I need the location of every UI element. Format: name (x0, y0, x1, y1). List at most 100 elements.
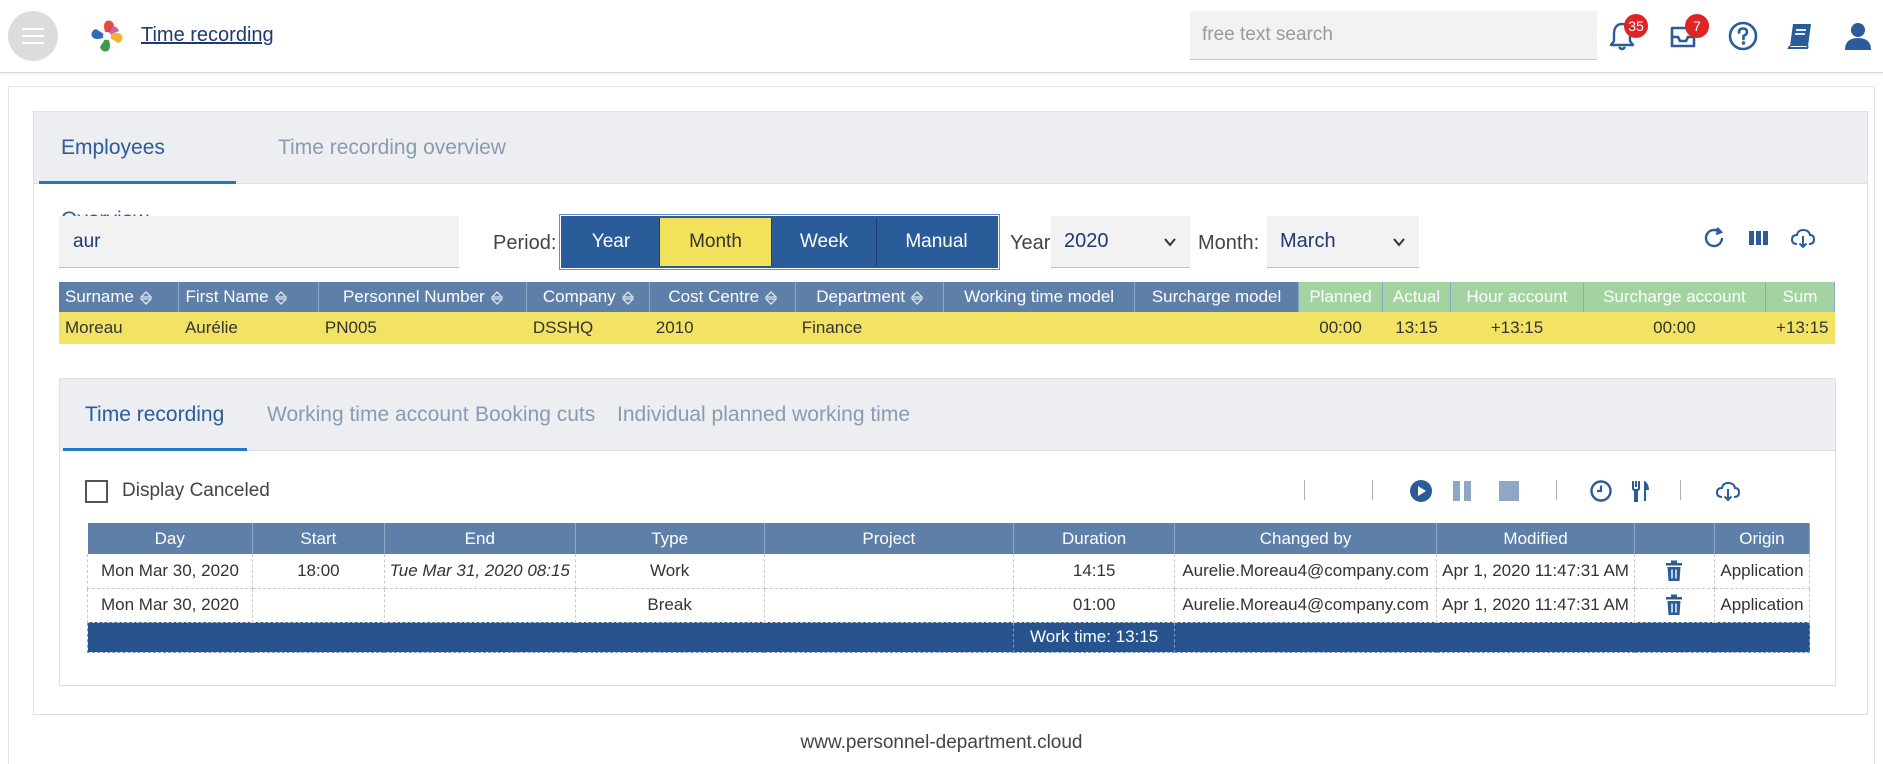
month-select-value: March (1280, 230, 1336, 252)
cell-delete (1634, 554, 1715, 589)
cloud-download-icon (1715, 481, 1741, 502)
sub-tab-bar: Time recording Working time account Book… (60, 379, 1835, 451)
cell-surname: Moreau (59, 312, 179, 344)
cell-surcharge-model (1134, 312, 1299, 344)
col-planned[interactable]: Planned (1298, 282, 1384, 312)
columns-button[interactable] (1742, 222, 1774, 254)
download-button[interactable] (1787, 222, 1819, 254)
refresh-button[interactable] (1698, 222, 1730, 254)
col-company[interactable]: Company (526, 282, 651, 312)
pause-button[interactable] (1447, 476, 1477, 506)
trash-icon[interactable] (1664, 560, 1684, 582)
col-changed-by[interactable]: Changed by (1174, 523, 1438, 554)
notifications-badge: 35 (1624, 14, 1648, 38)
table-row[interactable]: Mon Mar 30, 2020 Break 01:00 Aurelie.Mor… (87, 588, 1811, 623)
fork-knife-icon (1632, 481, 1649, 502)
col-start[interactable]: Start (252, 523, 385, 554)
tab-time-recording-overview[interactable]: Time recording overview (256, 112, 528, 184)
col-cost-centre[interactable]: Cost Centre (649, 282, 797, 312)
col-working-time-model[interactable]: Working time model (943, 282, 1136, 312)
cell-personnel-number: PN005 (318, 312, 527, 344)
play-icon (1410, 480, 1432, 502)
year-select[interactable]: 2020 (1051, 216, 1190, 268)
employees-table: Surname First Name Personnel Number Comp… (59, 282, 1836, 344)
cell-end (384, 588, 576, 623)
col-surcharge-account[interactable]: Surcharge account (1583, 282, 1766, 312)
tab-employees-overview[interactable]: Employees Overview (39, 112, 236, 231)
period-week-button[interactable]: Week (772, 218, 877, 266)
user-icon (1845, 23, 1871, 50)
stop-icon (1499, 481, 1519, 501)
cloud-download-icon (1790, 228, 1816, 249)
period-label: Period: (493, 232, 557, 254)
employees-table-header: Surname First Name Personnel Number Comp… (59, 282, 1836, 312)
year-select-value: 2020 (1064, 230, 1109, 252)
main-card: Employees Overview Time recording overvi… (8, 86, 1875, 764)
col-first-name[interactable]: First Name (178, 282, 320, 312)
manual-button[interactable] (1782, 18, 1818, 54)
inbox-button[interactable]: 7 (1665, 14, 1709, 54)
user-account-button[interactable] (1840, 18, 1876, 54)
menu-button[interactable] (8, 11, 58, 61)
cell-duration: 14:15 (1013, 554, 1176, 589)
export-button[interactable] (1713, 476, 1743, 506)
cell-modified: Apr 1, 2020 11:47:31 AM (1436, 588, 1636, 623)
period-manual-button[interactable]: Manual (877, 218, 996, 266)
cell-type: Break (575, 588, 765, 623)
chevron-down-icon (1393, 237, 1405, 247)
tab-booking-cuts[interactable]: Booking cuts (453, 379, 617, 451)
toolbar-divider (1372, 480, 1373, 500)
col-end[interactable]: End (384, 523, 576, 554)
trash-icon[interactable] (1664, 594, 1684, 616)
time-recording-table: Day Start End Type Project Duration Chan… (86, 523, 1811, 653)
col-department[interactable]: Department (795, 282, 945, 312)
top-header: Time recording 35 7 (0, 0, 1883, 73)
col-duration[interactable]: Duration (1013, 523, 1176, 554)
col-actual[interactable]: Actual (1382, 282, 1451, 312)
col-type[interactable]: Type (575, 523, 765, 554)
cell-origin: Application (1714, 554, 1811, 589)
col-personnel-number[interactable]: Personnel Number (318, 282, 528, 312)
toolbar-divider (1556, 480, 1557, 500)
table-row[interactable]: Mon Mar 30, 2020 18:00 Tue Mar 31, 2020 … (87, 554, 1811, 589)
start-button[interactable] (1406, 476, 1436, 506)
employee-search-input[interactable] (59, 216, 459, 268)
col-surcharge-model[interactable]: Surcharge model (1134, 282, 1300, 312)
employee-row[interactable]: Moreau Aurélie PN005 DSSHQ 2010 Finance … (59, 312, 1835, 344)
cell-start: 18:00 (252, 554, 385, 589)
period-month-button[interactable]: Month (660, 218, 772, 266)
col-project[interactable]: Project (764, 523, 1015, 554)
col-modified[interactable]: Modified (1436, 523, 1636, 554)
tab-time-recording[interactable]: Time recording (63, 379, 247, 451)
cell-first-name: Aurélie (178, 312, 319, 344)
year-label: Year: (1010, 232, 1056, 254)
col-origin[interactable]: Origin (1714, 523, 1811, 554)
sort-icon (490, 290, 503, 305)
sort-icon (621, 290, 634, 305)
columns-icon (1749, 231, 1768, 245)
app-logo (91, 20, 123, 52)
col-day[interactable]: Day (87, 523, 253, 554)
display-canceled-checkbox[interactable] (85, 480, 108, 503)
add-time-button[interactable] (1586, 476, 1616, 506)
month-select[interactable]: March (1267, 216, 1419, 268)
help-button[interactable] (1725, 18, 1761, 54)
add-break-button[interactable] (1625, 476, 1655, 506)
book-icon (1787, 24, 1811, 49)
col-surname[interactable]: Surname (59, 282, 180, 312)
app-title-link[interactable]: Time recording (141, 24, 274, 47)
tab-individual-planned-working-time[interactable]: Individual planned working time (595, 379, 932, 451)
col-sum[interactable]: Sum (1765, 282, 1836, 312)
cell-surcharge-account: 00:00 (1583, 312, 1766, 344)
period-year-button[interactable]: Year (563, 218, 660, 266)
notifications-button[interactable]: 35 (1604, 14, 1648, 54)
inbox-badge: 7 (1685, 14, 1709, 38)
stop-button[interactable] (1494, 476, 1524, 506)
toolbar-divider (1304, 480, 1305, 500)
free-text-search-input[interactable] (1190, 11, 1597, 60)
sort-icon (139, 290, 152, 305)
cell-end: Tue Mar 31, 2020 08:15 (384, 554, 576, 589)
help-icon (1728, 21, 1758, 51)
time-recording-table-header: Day Start End Type Project Duration Chan… (87, 523, 1811, 554)
col-hour-account[interactable]: Hour account (1450, 282, 1584, 312)
